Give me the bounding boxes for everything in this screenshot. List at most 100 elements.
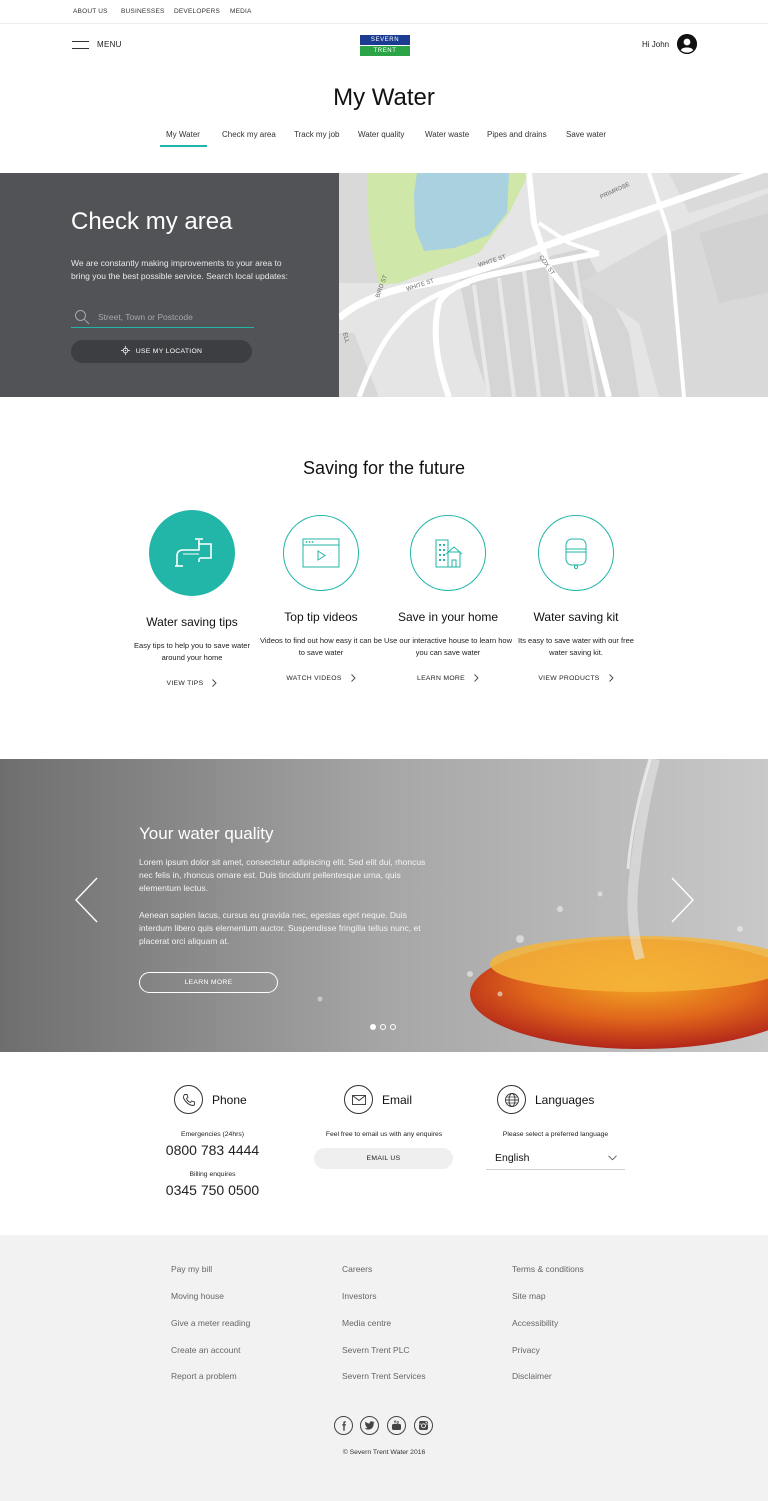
email-label: Email — [382, 1092, 413, 1107]
water-quality-hero — [0, 759, 768, 1052]
check-area-description: We are constantly making improvements to… — [71, 258, 288, 281]
active-tab-indicator — [160, 145, 207, 147]
card-title: Top tip videos — [284, 610, 358, 624]
email-us-button[interactable]: EMAIL US — [314, 1148, 453, 1169]
area-map[interactable]: PRIMROSE WHITE ST WHITE ST COX ST BIRD S… — [339, 173, 768, 397]
card-title: Water saving tips — [146, 615, 238, 629]
topnav-media-link[interactable]: MEDIA — [230, 8, 252, 15]
water-quality-paragraph-1: Lorem ipsum dolor sit amet, consectetur … — [139, 857, 426, 893]
chevron-right-icon — [212, 679, 218, 687]
card-description: Its easy to save water with our free wat… — [518, 636, 634, 657]
carousel-dot[interactable] — [370, 1024, 376, 1030]
card-link-label: VIEW PRODUCTS — [538, 674, 600, 682]
topnav-developers-link[interactable]: DEVELOPERS — [174, 8, 220, 15]
severn-trent-logo[interactable]: SEVERN TRENT — [360, 35, 410, 56]
subnav-pipes-and-drains[interactable]: Pipes and drains — [487, 130, 547, 139]
selected-language: English — [495, 1152, 530, 1164]
youtube-icon[interactable] — [387, 1416, 406, 1435]
chevron-right-icon — [350, 674, 356, 682]
billing-phone-number[interactable]: 0345 750 0500 — [150, 1182, 275, 1198]
footer-link[interactable]: Privacy — [512, 1345, 540, 1355]
footer-link[interactable]: Moving house — [171, 1291, 224, 1301]
menu-button[interactable]: MENU — [72, 40, 122, 49]
footer-link[interactable]: Terms & conditions — [512, 1264, 584, 1274]
footer-link[interactable]: Give a meter reading — [171, 1318, 250, 1328]
chevron-down-icon — [608, 1155, 617, 1161]
billing-label: Billing enquires — [189, 1171, 236, 1178]
carousel-next-arrow-icon[interactable] — [667, 872, 697, 928]
subnav-my-water[interactable]: My Water — [166, 130, 200, 139]
carousel-prev-arrow-icon[interactable] — [72, 872, 102, 928]
emergency-phone-number[interactable]: 0800 783 4444 — [150, 1142, 275, 1158]
search-icon[interactable] — [74, 309, 90, 325]
water-quality-learn-more-button[interactable]: LEARN MORE — [139, 972, 278, 993]
language-select[interactable]: English — [486, 1148, 625, 1170]
subnav-check-my-area[interactable]: Check my area — [222, 130, 276, 139]
avatar-icon — [677, 34, 698, 54]
water-quality-paragraph-2: Aenean sapien lacus, cursus eu gravida n… — [139, 910, 421, 946]
use-my-location-label: USE MY LOCATION — [135, 348, 203, 355]
tap-icon[interactable] — [149, 510, 235, 596]
card-description: Easy tips to help you to save water arou… — [134, 641, 250, 662]
saving-section-title: Saving for the future — [302, 458, 466, 478]
languages-description: Please select a preferred language — [502, 1131, 609, 1138]
user-account[interactable]: Hi John — [642, 34, 698, 54]
facebook-icon[interactable] — [334, 1416, 353, 1435]
card-water-saving-tips: Water saving tips Easy tips to help you … — [127, 510, 257, 690]
carousel-dot[interactable] — [390, 1024, 396, 1030]
phone-heading: Phone — [174, 1085, 247, 1114]
house-icon[interactable] — [410, 515, 486, 591]
subnav-water-waste[interactable]: Water waste — [425, 130, 469, 139]
card-water-saving-kit: Water saving kit Its easy to save water … — [511, 515, 641, 685]
footer-link[interactable]: Severn Trent PLC — [342, 1345, 410, 1355]
footer-link[interactable]: Media centre — [342, 1318, 391, 1328]
topnav-about-link[interactable]: ABOUT US — [73, 8, 108, 15]
logo-text-top: SEVERN — [360, 35, 410, 45]
footer-link[interactable]: Site map — [512, 1291, 546, 1301]
view-tips-link[interactable]: VIEW TIPS — [167, 679, 218, 687]
globe-icon — [497, 1085, 526, 1114]
water-kit-icon[interactable] — [538, 515, 614, 591]
phone-label: Phone — [212, 1092, 247, 1107]
use-my-location-button[interactable]: USE MY LOCATION — [71, 340, 252, 363]
copyright-text: © Severn Trent Water 2016 — [342, 1449, 426, 1456]
footer-link[interactable]: Create an account — [171, 1345, 240, 1355]
subnav-save-water[interactable]: Save water — [566, 130, 606, 139]
footer-link[interactable]: Careers — [342, 1264, 372, 1274]
card-title: Water saving kit — [533, 610, 619, 624]
learn-more-link[interactable]: LEARN MORE — [417, 674, 479, 682]
view-products-link[interactable]: VIEW PRODUCTS — [538, 674, 614, 682]
languages-heading: Languages — [497, 1085, 594, 1114]
footer-link[interactable]: Severn Trent Services — [342, 1371, 426, 1381]
subnav-water-quality[interactable]: Water quality — [358, 130, 404, 139]
instagram-icon[interactable] — [414, 1416, 433, 1435]
email-description: Feel free to email us with any enquires — [325, 1131, 443, 1138]
envelope-icon — [344, 1085, 373, 1114]
card-top-tip-videos: Top tip videos Videos to find out how ea… — [256, 515, 386, 685]
footer-link[interactable]: Pay my bill — [171, 1264, 212, 1274]
card-description: Use our interactive house to learn how y… — [384, 636, 512, 657]
area-search-input[interactable] — [98, 309, 248, 325]
phone-icon — [174, 1085, 203, 1114]
footer-link[interactable]: Accessibility — [512, 1318, 558, 1328]
card-save-in-your-home: Save in your home Use our interactive ho… — [383, 515, 513, 685]
carousel-dot[interactable] — [380, 1024, 386, 1030]
emergencies-label: Emergencies (24hrs) — [180, 1131, 245, 1138]
footer-link[interactable]: Investors — [342, 1291, 377, 1301]
video-player-icon[interactable] — [283, 515, 359, 591]
check-area-panel — [0, 173, 339, 397]
footer-link[interactable]: Disclaimer — [512, 1371, 552, 1381]
hamburger-icon — [72, 40, 89, 49]
chevron-right-icon — [608, 674, 614, 682]
menu-label: MENU — [97, 40, 122, 49]
logo-text-bottom: TRENT — [360, 45, 410, 56]
subnav-track-my-job[interactable]: Track my job — [294, 130, 340, 139]
section-nav: My Water Check my area Track my job Wate… — [0, 130, 768, 150]
footer-link[interactable]: Report a problem — [171, 1371, 237, 1381]
water-quality-title: Your water quality — [139, 824, 274, 843]
crosshair-icon — [120, 346, 130, 357]
check-area-title: Check my area — [71, 208, 233, 235]
twitter-icon[interactable] — [360, 1416, 379, 1435]
topnav-businesses-link[interactable]: BUSINESSES — [121, 8, 165, 15]
watch-videos-link[interactable]: WATCH VIDEOS — [286, 674, 356, 682]
